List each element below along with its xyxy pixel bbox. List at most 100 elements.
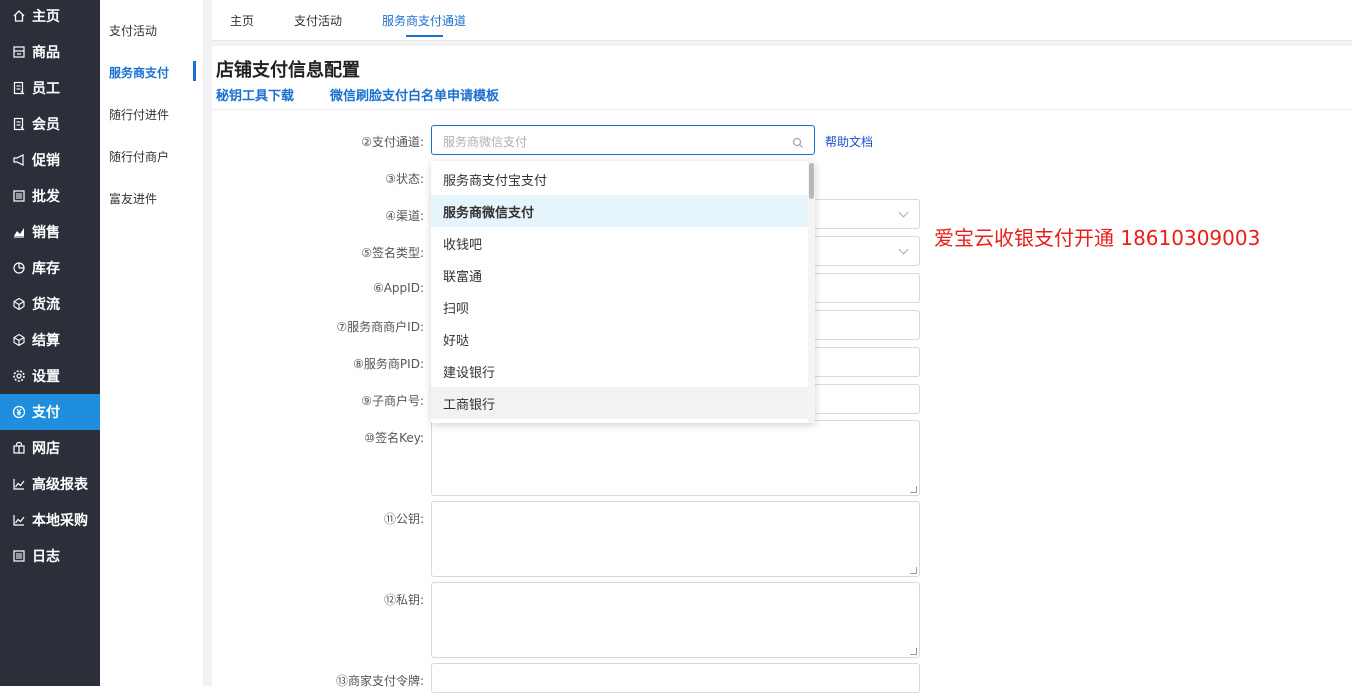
sub-merchant-label: ⑨子商户号: [361, 394, 424, 408]
line-chart-icon [12, 477, 26, 491]
nav-item-label: 商品 [32, 45, 60, 61]
help-docs-link[interactable]: 帮助文档 [825, 133, 873, 150]
dropdown-option[interactable]: 好哒 [431, 323, 809, 355]
nav-item-advanced-report[interactable]: 高级报表 [0, 466, 100, 502]
resize-grip-icon[interactable] [910, 486, 917, 493]
sign-key-label: ⑩签名Key: [364, 431, 424, 445]
subnav-item-suixingfu-onboarding[interactable]: 随行付进件 [109, 106, 169, 123]
sub-sidebar: 支付活动 服务商支付 随行付进件 随行付商户 富友进件 [100, 0, 204, 686]
channel-select[interactable]: 服务商微信支付 [431, 125, 815, 155]
cube-icon [12, 333, 26, 347]
pid-label: ⑧服务商PID: [353, 357, 424, 371]
cube-icon [12, 297, 26, 311]
status-label: ③状态: [385, 172, 424, 186]
key-tool-download-link[interactable]: 秘钥工具下载 [216, 85, 294, 104]
dropdown-option[interactable]: 建设银行 [431, 355, 809, 387]
shop-icon [12, 441, 26, 455]
nav-item-label: 库存 [32, 261, 60, 277]
nav-item-label: 批发 [32, 189, 60, 205]
dropdown-option[interactable]: 收钱吧 [431, 227, 809, 259]
nav-item-logistics[interactable]: 货流 [0, 286, 100, 322]
subnav-active-indicator [193, 61, 196, 81]
nav-item-label: 高级报表 [32, 477, 88, 493]
nav-item-wholesale[interactable]: 批发 [0, 178, 100, 214]
public-key-textarea[interactable] [431, 501, 920, 577]
private-key-label: ⑫私钥: [383, 593, 424, 607]
nav-item-sales[interactable]: 销售 [0, 214, 100, 250]
search-icon [792, 134, 804, 148]
nav-item-inventory[interactable]: 库存 [0, 250, 100, 286]
nav-item-log[interactable]: 日志 [0, 538, 100, 574]
channel-select-placeholder: 服务商微信支付 [443, 135, 528, 149]
page-title: 店铺支付信息配置 [216, 60, 360, 81]
nav-item-label: 本地采购 [32, 513, 88, 529]
nav-item-local-purchase[interactable]: 本地采购 [0, 502, 100, 538]
nav-item-promotion[interactable]: 促销 [0, 142, 100, 178]
nav-item-settings[interactable]: 设置 [0, 358, 100, 394]
sign-type-label: ⑤签名类型: [361, 246, 424, 260]
merchant-id-label: ⑦服务商商户ID: [336, 320, 424, 334]
nav-item-label: 设置 [32, 369, 60, 385]
dropdown-option[interactable]: 服务商支付宝支付 [431, 163, 809, 195]
pay-token-label: ⑬商家支付令牌: [335, 674, 424, 688]
tab-provider-channel[interactable]: 服务商支付通道 [382, 12, 466, 29]
staff-icon [12, 81, 26, 95]
subnav-item-pay-activity[interactable]: 支付活动 [109, 22, 157, 39]
resize-grip-icon[interactable] [910, 648, 917, 655]
dropdown-scrollbar-thumb[interactable] [809, 163, 814, 199]
tab-bar: 主页 支付活动 服务商支付通道 [212, 0, 1352, 41]
pie-chart-icon [12, 261, 26, 275]
member-icon [12, 117, 26, 131]
route-label: ④渠道: [385, 209, 424, 223]
face-pay-whitelist-link[interactable]: 微信刷脸支付白名单申请模板 [330, 85, 499, 104]
content-gutter [204, 0, 212, 686]
line-chart-icon [12, 513, 26, 527]
nav-item-staff[interactable]: 员工 [0, 70, 100, 106]
nav-item-label: 支付 [32, 405, 60, 421]
nav-item-settlement[interactable]: 结算 [0, 322, 100, 358]
list-icon [12, 189, 26, 203]
nav-item-label: 主页 [32, 9, 60, 25]
header-band [212, 41, 1352, 46]
nav-item-label: 日志 [32, 549, 60, 565]
nav-item-label: 员工 [32, 81, 60, 97]
subnav-item-suixingfu-merchant[interactable]: 随行付商户 [109, 148, 169, 165]
nav-item-label: 销售 [32, 225, 60, 241]
chevron-down-icon [898, 244, 909, 255]
tab-active-underline [406, 35, 443, 37]
private-key-textarea[interactable] [431, 582, 920, 658]
chevron-down-icon [898, 207, 909, 218]
nav-item-label: 网店 [32, 441, 60, 457]
home-icon [12, 9, 26, 23]
dropdown-scroll-track[interactable] [808, 161, 815, 423]
nav-item-home[interactable]: 主页 [0, 0, 100, 34]
nav-item-label: 货流 [32, 297, 60, 313]
nav-item-label: 会员 [32, 117, 60, 133]
subnav-item-provider-pay[interactable]: 服务商支付 [109, 64, 169, 81]
store-icon [12, 45, 26, 59]
nav-item-label: 结算 [32, 333, 60, 349]
yen-icon [12, 405, 26, 419]
tab-pay-activity[interactable]: 支付活动 [294, 12, 342, 29]
dropdown-option[interactable]: 联富通 [431, 259, 809, 291]
nav-item-goods[interactable]: 商品 [0, 34, 100, 70]
promo-contact-text: 爱宝云收银支付开通 18610309003 [934, 226, 1261, 250]
dropdown-option-selected[interactable]: 服务商微信支付 [431, 195, 809, 227]
dropdown-option[interactable]: 扫呗 [431, 291, 809, 323]
subnav-item-fuyou-onboarding[interactable]: 富友进件 [109, 190, 157, 207]
pay-token-input[interactable] [431, 663, 920, 693]
dropdown-option-hovered[interactable]: 工商银行 [431, 387, 809, 419]
sign-key-textarea[interactable] [431, 420, 920, 496]
channel-label: ②支付通道: [361, 135, 424, 149]
list-icon [12, 549, 26, 563]
nav-item-member[interactable]: 会员 [0, 106, 100, 142]
appid-label: ⑥AppID: [372, 281, 424, 295]
resize-grip-icon[interactable] [910, 567, 917, 574]
bar-chart-icon [12, 225, 26, 239]
nav-item-payment[interactable]: 支付 [0, 394, 100, 430]
nav-item-webshop[interactable]: 网店 [0, 430, 100, 466]
megaphone-icon [12, 153, 26, 167]
tab-home[interactable]: 主页 [230, 12, 254, 29]
gear-icon [12, 369, 26, 383]
main-sidebar: 主页 商品 员工 会员 促销 批发 销售 库存 货流 结算 设置 支付 网店 高… [0, 0, 100, 686]
